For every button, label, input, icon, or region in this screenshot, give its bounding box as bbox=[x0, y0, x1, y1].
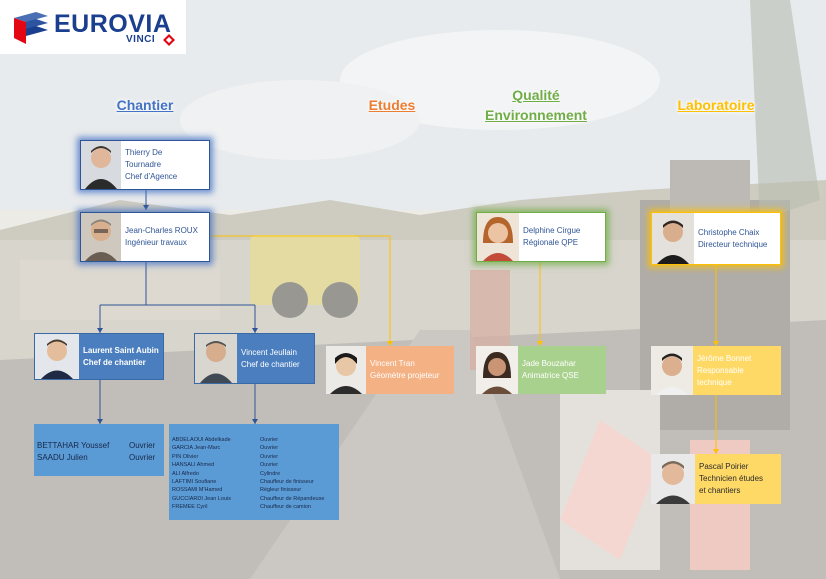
crew-row: SAADU Julien Ouvrier bbox=[37, 452, 164, 464]
crew-name: HANSALI Ahmed bbox=[172, 462, 215, 469]
crew-list-small: BETTAHAR Youssef Ouvrier SAADU Julien Ou… bbox=[34, 424, 164, 476]
card-text: Laurent Saint Aubin Chef de chantier bbox=[79, 345, 159, 369]
crew-row: LAFTIMI Soufiane Chauffeur de finisseur bbox=[172, 478, 339, 486]
person-name: Pascal Poirier bbox=[699, 462, 749, 471]
person-photo-icon bbox=[476, 346, 518, 394]
person-name: Jérôme Bonnet bbox=[697, 353, 752, 363]
card-text: Pascal Poirier Technicien études et chan… bbox=[695, 461, 763, 497]
person-name: Vincent Tran bbox=[370, 359, 415, 368]
person-photo-icon bbox=[326, 346, 366, 394]
crew-role: Chauffeur de finisseur bbox=[260, 479, 314, 486]
crew-role: Cylindre bbox=[260, 470, 281, 477]
person-name: Vincent Jeullain bbox=[241, 347, 297, 357]
crew-role: Régleur finisseur bbox=[260, 487, 302, 494]
card-text: Jérôme Bonnet Responsable technique bbox=[693, 353, 751, 389]
card-bouzahar: Jade Bouzahar Animatrice QSE bbox=[476, 346, 606, 394]
person-photo-icon bbox=[195, 334, 237, 383]
crew-name: BETTAHAR Youssef bbox=[37, 441, 110, 450]
card-tran: Vincent Tran Géomètre projeteur bbox=[326, 346, 454, 394]
person-role: Responsable bbox=[697, 365, 744, 375]
crew-row: BETTAHAR Youssef Ouvrier bbox=[37, 440, 164, 452]
person-name: Jean-Charles ROUX bbox=[125, 226, 198, 235]
crew-row: ABDELAOUI Abdelkade Ouvrier bbox=[172, 436, 339, 444]
person-photo-icon bbox=[651, 454, 695, 504]
crew-name: FREMEE Cyril bbox=[172, 504, 208, 511]
card-text: Christophe Chaix Directeur technique bbox=[694, 227, 767, 251]
crew-name: ALI Alfredo bbox=[172, 470, 199, 477]
person-name: Thierry De bbox=[125, 148, 163, 157]
person-name: Delphine Cirgue bbox=[523, 226, 581, 235]
crew-name: PIN Olivier bbox=[172, 453, 199, 460]
crew-row: GARCIA Jean-Marc Ouvrier bbox=[172, 444, 339, 452]
person-photo-icon bbox=[652, 213, 694, 264]
person-role: Technicien études bbox=[699, 474, 764, 483]
crew-name: ROSSAMI M'Hamed bbox=[172, 487, 223, 494]
crew-row: FREMEE Cyril Chauffeur de camion bbox=[172, 503, 339, 511]
crew-row: ALI Alfredo Cylindre bbox=[172, 470, 339, 478]
card-text: Vincent Jeullain Chef de chantier bbox=[237, 347, 300, 371]
card-chaix: Christophe Chaix Directeur technique bbox=[651, 212, 781, 265]
person-role-cont: et chantiers bbox=[699, 486, 741, 495]
card-text: Delphine Cirgue Régionale QPE bbox=[519, 225, 580, 249]
crew-role: Ouvrier bbox=[260, 437, 279, 443]
card-roux: Jean-Charles ROUX Ingénieur travaux bbox=[80, 212, 210, 262]
person-role: Régionale QPE bbox=[523, 238, 579, 247]
person-photo-icon bbox=[81, 213, 121, 261]
crew-row: HANSALI Ahmed Ouvrier bbox=[172, 461, 339, 469]
person-name: Laurent Saint Aubin bbox=[83, 345, 159, 355]
card-text: Vincent Tran Géomètre projeteur bbox=[366, 358, 439, 382]
person-role: Chef d'Agence bbox=[125, 172, 178, 181]
crew-name: GUCCIARDI Jean Louis bbox=[172, 495, 231, 502]
card-poirier: Pascal Poirier Technicien études et chan… bbox=[651, 454, 781, 504]
person-name: Christophe Chaix bbox=[698, 227, 760, 237]
crew-role: Ouvrier bbox=[129, 441, 156, 450]
person-name: Jade Bouzahar bbox=[522, 359, 576, 368]
crew-role: Ouvrier bbox=[260, 453, 279, 460]
card-bonnet: Jérôme Bonnet Responsable technique bbox=[651, 346, 781, 395]
person-role: Chef de chantier bbox=[83, 357, 146, 367]
crew-name: LAFTIMI Soufiane bbox=[172, 479, 217, 486]
card-cirgue: Delphine Cirgue Régionale QPE bbox=[476, 212, 606, 262]
card-text: Jean-Charles ROUX Ingénieur travaux bbox=[121, 225, 198, 249]
crew-row: ROSSAMI M'Hamed Régleur finisseur bbox=[172, 486, 339, 494]
person-photo-icon bbox=[651, 346, 693, 395]
connector-roux-tran bbox=[210, 235, 391, 346]
card-text: Jade Bouzahar Animatrice QSE bbox=[518, 358, 579, 382]
card-tournadre: Thierry De Tournadre Chef d'Agence bbox=[80, 140, 210, 190]
person-role: Directeur technique bbox=[698, 239, 768, 249]
person-photo-icon bbox=[35, 334, 79, 379]
crew-role: Ouvrier bbox=[129, 453, 156, 462]
person-role: Animatrice QSE bbox=[522, 371, 579, 380]
crew-role: Chauffeur de camion bbox=[260, 504, 311, 511]
person-photo-icon bbox=[81, 141, 121, 189]
person-role: Chef de chantier bbox=[241, 359, 300, 369]
crew-name: SAADU Julien bbox=[37, 453, 88, 462]
crew-list-large: ABDELAOUI Abdelkade Ouvrier GARCIA Jean-M… bbox=[169, 424, 339, 520]
crew-role: Ouvrier bbox=[260, 445, 279, 452]
crew-role: Chauffeur de Répandeuse bbox=[260, 495, 325, 502]
crew-name: GARCIA Jean-Marc bbox=[172, 445, 221, 452]
person-name-cont: Tournadre bbox=[125, 160, 162, 169]
crew-row: PIN Olivier Ouvrier bbox=[172, 453, 339, 461]
person-role: Géomètre projeteur bbox=[370, 371, 440, 380]
card-jeullain: Vincent Jeullain Chef de chantier bbox=[194, 333, 315, 384]
person-role-cont: technique bbox=[697, 377, 732, 387]
crew-name: ABDELAOUI Abdelkade bbox=[172, 437, 231, 443]
person-photo-icon bbox=[477, 213, 519, 261]
crew-row: GUCCIARDI Jean Louis Chauffeur de Répande… bbox=[172, 495, 339, 503]
person-role: Ingénieur travaux bbox=[125, 238, 187, 247]
card-text: Thierry De Tournadre Chef d'Agence bbox=[121, 147, 177, 183]
card-saint-aubin: Laurent Saint Aubin Chef de chantier bbox=[34, 333, 164, 380]
crew-role: Ouvrier bbox=[260, 462, 279, 469]
